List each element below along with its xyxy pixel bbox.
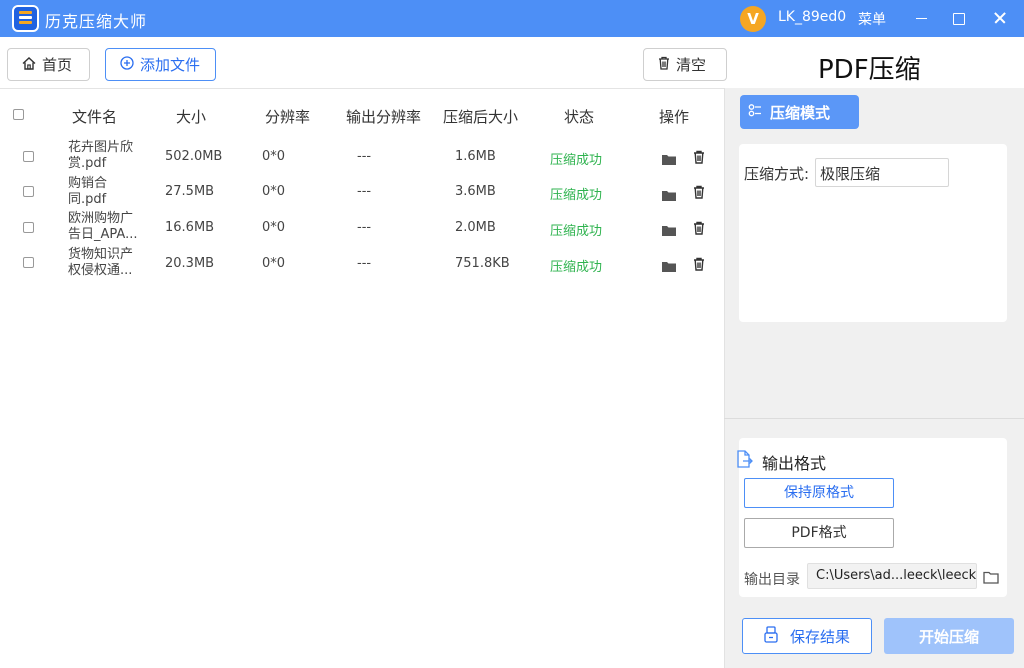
open-folder-icon[interactable] [662,221,676,236]
header-resolution: 分辨率 [265,108,311,126]
row-status: 压缩成功 [550,260,603,275]
delete-row-icon[interactable] [693,220,705,235]
menu-button[interactable]: 菜单 [858,9,886,29]
header-actions: 操作 [659,108,690,126]
row-status: 压缩成功 [550,188,603,203]
save-result-button-label: 保存结果 [789,627,850,646]
compress-mode-tab-label: 压缩模式 [770,103,831,122]
row-compressed-size: 1.6MB [455,149,496,164]
select-all-checkbox[interactable] [13,109,24,120]
minimize-button[interactable] [907,4,937,32]
row-status: 压缩成功 [550,153,603,168]
close-button[interactable] [985,4,1015,32]
sliders-icon [748,103,762,121]
row-checkbox[interactable] [23,222,34,233]
row-checkbox[interactable] [23,257,34,268]
row-compressed-size: 751.8KB [455,256,510,271]
username[interactable]: LK_89ed0 [778,9,846,25]
app-logo-icon [12,5,39,32]
row-resolution: 0*0 [262,149,286,164]
row-compressed-size: 3.6MB [455,184,496,199]
table-row-file-name: 花卉图片欣 赏.pdf [68,140,134,171]
home-icon [22,56,36,74]
row-size: 16.6MB [165,220,215,235]
delete-row-icon[interactable] [693,256,705,271]
clear-button-label: 清空 [676,56,707,74]
header-output-resolution: 输出分辨率 [346,108,422,126]
add-file-button-label: 添加文件 [140,56,201,74]
delete-row-icon[interactable] [693,184,705,199]
header-file-name: 文件名 [72,108,118,126]
app-title: 历克压缩大师 [45,12,148,31]
row-output-resolution: --- [357,256,372,271]
header-status: 状态 [564,108,595,126]
add-file-button[interactable]: 添加文件 [105,48,216,81]
trash-icon [658,56,670,74]
row-status: 压缩成功 [550,224,603,239]
compress-method-label: 压缩方式: [744,165,810,183]
avatar[interactable]: V [740,6,766,32]
row-compressed-size: 2.0MB [455,220,496,235]
output-dir-label: 输出目录 [744,572,800,588]
header-compressed-size: 压缩后大小 [443,108,519,126]
header-size: 大小 [176,108,207,126]
clear-button[interactable]: 清空 [643,48,727,81]
table-row-file-name: 货物知识产 权侵权通... [68,247,134,278]
table-row-file-name: 欧洲购物广 告日_APA... [68,211,138,242]
file-export-icon [737,450,753,468]
keep-original-format-button[interactable]: 保持原格式 [744,478,894,508]
row-resolution: 0*0 [262,220,286,235]
row-output-resolution: --- [357,220,372,235]
page-title: PDF压缩 [818,55,921,85]
table-row-file-name: 购销合 同.pdf [68,176,108,207]
output-dir-field[interactable]: C:\Users\ad...leeck\leeck [807,563,977,589]
maximize-button[interactable] [944,4,974,32]
delete-row-icon[interactable] [693,149,705,164]
row-output-resolution: --- [357,149,372,164]
row-size: 502.0MB [165,149,223,164]
row-resolution: 0*0 [262,256,286,271]
row-checkbox[interactable] [23,186,34,197]
row-size: 20.3MB [165,256,215,271]
save-icon [764,625,778,647]
browse-folder-icon[interactable] [983,569,999,584]
output-format-title: 输出格式 [762,454,827,473]
start-compress-button[interactable]: 开始压缩 [884,618,1014,654]
compress-method-select[interactable]: 极限压缩 [815,158,949,187]
row-size: 27.5MB [165,184,215,199]
open-folder-icon[interactable] [662,150,676,165]
row-checkbox[interactable] [23,151,34,162]
settings-divider [724,418,1024,419]
save-result-button[interactable]: 保存结果 [742,618,872,654]
row-output-resolution: --- [357,184,372,199]
plus-circle-icon [120,55,134,74]
open-folder-icon[interactable] [662,186,676,201]
pdf-format-button[interactable]: PDF格式 [744,518,894,548]
row-resolution: 0*0 [262,184,286,199]
home-button-label: 首页 [42,56,73,74]
home-button[interactable]: 首页 [7,48,90,81]
title-bar: 历克压缩大师 V LK_89ed0 菜单 [0,0,1024,37]
compress-mode-tab[interactable]: 压缩模式 [740,95,859,129]
open-folder-icon[interactable] [662,257,676,272]
